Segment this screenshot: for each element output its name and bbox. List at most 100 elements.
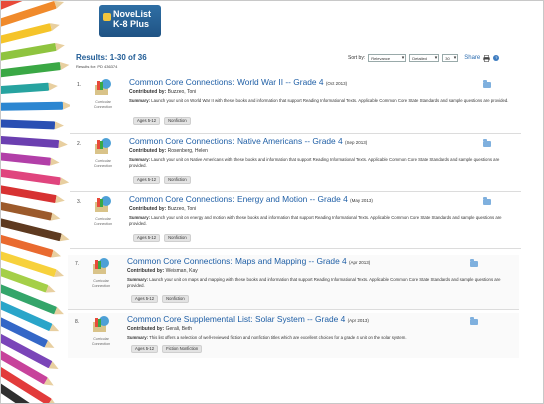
- result-title[interactable]: Common Core Supplemental List: Solar Sys…: [127, 314, 369, 324]
- logo-line1: NoveList: [113, 9, 152, 19]
- result-title-text[interactable]: Common Core Connections: Energy and Moti…: [129, 194, 348, 204]
- summary: Summary: Launch your unit on energy and …: [129, 215, 509, 228]
- summary-label: Summary:: [129, 157, 151, 162]
- summary-label: Summary:: [127, 335, 149, 340]
- tag[interactable]: Ages 5-12: [133, 234, 161, 242]
- thumb-label: Curricular Connection: [91, 337, 111, 346]
- tags: Ages 5-12 Nonfiction: [131, 295, 189, 303]
- summary-label: Summary:: [129, 98, 151, 103]
- tags: Ages 5-12 Nonfiction: [133, 234, 191, 242]
- result-title-text[interactable]: Common Core Connections: Maps and Mappin…: [127, 256, 347, 266]
- summary-text: Launch your unit on World War II with th…: [151, 98, 509, 103]
- contributor-label: Contributed by:: [129, 89, 167, 95]
- result-item: 1. Curricular Connection Common Core Con…: [70, 76, 521, 134]
- thumb-label: Curricular Connection: [93, 159, 113, 168]
- result-number: 7.: [75, 261, 80, 267]
- result-date: (May 2013): [350, 198, 373, 203]
- result-number: 8.: [75, 319, 80, 325]
- result-title[interactable]: Common Core Connections: World War II --…: [129, 77, 347, 87]
- novelist-logo[interactable]: NoveList K-8 Plus: [99, 5, 161, 37]
- page-frame: NoveList K-8 Plus Results: 1-30 of 36 Re…: [0, 0, 544, 404]
- result-item: 7. Curricular Connection Common Core Con…: [68, 255, 519, 310]
- tags: Ages 5-12 Nonfiction: [133, 117, 191, 125]
- contributor: Contributed by: Gerali, Beth: [127, 326, 192, 332]
- summary: Summary: This list offers a selection of…: [127, 335, 507, 341]
- print-icon[interactable]: [483, 54, 490, 62]
- result-title-text[interactable]: Common Core Connections: World War II --…: [129, 77, 324, 87]
- summary: Summary: Launch your unit on maps and ma…: [127, 277, 507, 290]
- result-number: 3.: [77, 199, 82, 205]
- tag[interactable]: Fiction Nonfiction: [162, 345, 203, 353]
- tag[interactable]: Ages 5-12: [131, 345, 159, 353]
- contributor: Contributed by: Weisman, Kay: [127, 268, 198, 274]
- curricular-connection-icon[interactable]: [93, 137, 113, 156]
- result-title-text[interactable]: Common Core Supplemental List: Solar Sys…: [127, 314, 345, 324]
- result-title[interactable]: Common Core Connections: Maps and Mappin…: [127, 256, 370, 266]
- contributor-name[interactable]: Buzzeo, Toni: [168, 89, 197, 95]
- results-for: Results for: PD 436374: [76, 64, 118, 69]
- result-number: 2.: [77, 141, 82, 147]
- result-item: 3. Curricular Connection Common Core Con…: [70, 193, 521, 249]
- result-item: 8. Curricular Connection Common Core Sup…: [68, 313, 519, 358]
- summary: Summary: Launch your unit on World War I…: [129, 98, 509, 104]
- result-date: (Apr 2013): [347, 318, 369, 323]
- summary-label: Summary:: [127, 277, 149, 282]
- curricular-connection-icon[interactable]: [93, 78, 113, 97]
- thumb-label: Curricular Connection: [91, 279, 111, 288]
- contributor: Contributed by: Buzzeo, Toni: [129, 206, 196, 212]
- tag[interactable]: Nonfiction: [164, 176, 191, 184]
- folder-icon[interactable]: [483, 139, 491, 147]
- contributor-label: Contributed by:: [129, 206, 167, 212]
- folder-icon[interactable]: [470, 317, 478, 325]
- result-title[interactable]: Common Core Connections: Native American…: [129, 136, 367, 146]
- contributor-label: Contributed by:: [127, 268, 165, 274]
- summary: Summary: Launch your unit on Native Amer…: [129, 157, 509, 170]
- summary-text: Launch your unit on energy and motion wi…: [129, 215, 502, 227]
- contributor-label: Contributed by:: [129, 148, 167, 154]
- curricular-connection-icon[interactable]: [91, 315, 111, 334]
- tags: Ages 5-12 Nonfiction: [133, 176, 191, 184]
- tag[interactable]: Ages 5-12: [133, 176, 161, 184]
- result-title[interactable]: Common Core Connections: Energy and Moti…: [129, 194, 373, 204]
- result-date: (Sep 2013): [344, 140, 368, 145]
- summary-text: This list offers a selection of well-rev…: [149, 335, 407, 340]
- share-button[interactable]: Share: [464, 55, 480, 61]
- results-toolbar: Sort by: Relevance Detailed 30 Share ?: [348, 54, 500, 62]
- folder-icon[interactable]: [483, 197, 491, 205]
- contributor-name[interactable]: Buzzeo, Toni: [168, 206, 197, 212]
- summary-text: Launch your unit on maps and mapping wit…: [127, 277, 501, 289]
- folder-icon[interactable]: [470, 259, 478, 267]
- thumb-label: Curricular Connection: [93, 100, 113, 109]
- logo-mark-icon: [103, 13, 111, 21]
- contributor: Contributed by: Rosenberg, Helen: [129, 148, 208, 154]
- logo-line2: K-8 Plus: [113, 19, 150, 29]
- tag[interactable]: Ages 5-12: [131, 295, 159, 303]
- sort-select[interactable]: Relevance: [368, 54, 407, 62]
- per-page-select[interactable]: 30: [442, 54, 459, 62]
- result-item: 2. Curricular Connection Common Core Con…: [70, 135, 521, 192]
- sort-by-label: Sort by:: [348, 55, 366, 61]
- contributor-name[interactable]: Rosenberg, Helen: [168, 148, 208, 154]
- tags: Ages 5-12 Fiction Nonfiction: [131, 345, 203, 353]
- view-select[interactable]: Detailed: [409, 54, 440, 62]
- tag[interactable]: Nonfiction: [162, 295, 189, 303]
- summary-label: Summary:: [129, 215, 151, 220]
- result-date: (Oct 2013): [325, 81, 348, 86]
- contributor-label: Contributed by:: [127, 326, 165, 332]
- help-icon[interactable]: ?: [493, 55, 500, 61]
- contributor: Contributed by: Buzzeo, Toni: [129, 89, 196, 95]
- tag[interactable]: Ages 5-12: [133, 117, 161, 125]
- folder-icon[interactable]: [483, 80, 491, 88]
- curricular-connection-icon[interactable]: [91, 257, 111, 276]
- tag[interactable]: Nonfiction: [164, 234, 191, 242]
- curricular-connection-icon[interactable]: [93, 195, 113, 214]
- summary-text: Launch your unit on Native Americans wit…: [129, 157, 500, 169]
- result-title-text[interactable]: Common Core Connections: Native American…: [129, 136, 343, 146]
- tag[interactable]: Nonfiction: [164, 117, 191, 125]
- result-date: (Apr 2013): [349, 260, 371, 265]
- results-count: Results: 1-30 of 36: [76, 53, 147, 62]
- thumb-label: Curricular Connection: [93, 217, 113, 226]
- result-number: 1.: [77, 82, 82, 88]
- contributor-name[interactable]: Weisman, Kay: [166, 268, 198, 274]
- contributor-name[interactable]: Gerali, Beth: [166, 326, 192, 332]
